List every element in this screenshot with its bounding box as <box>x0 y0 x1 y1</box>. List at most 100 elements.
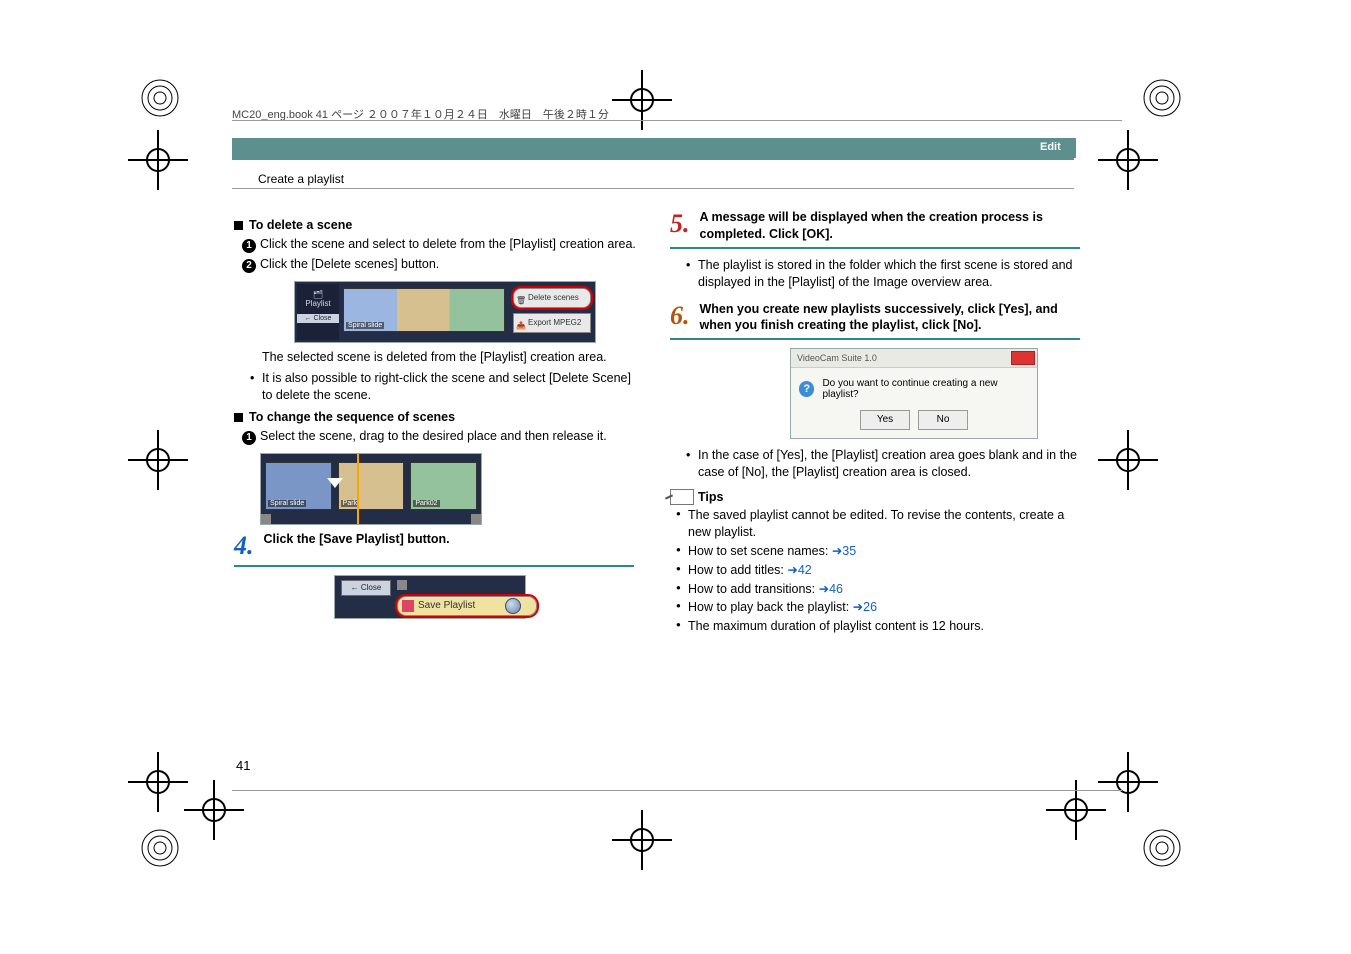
tip-5: How to play back the playlist: ➜26 <box>678 599 1080 616</box>
close-button: ← Close <box>341 580 391 596</box>
tips-label: Tips <box>698 490 723 504</box>
export-mpeg2-label: Export MPEG2 <box>528 318 581 327</box>
step-1-text: Click the scene and select to delete fro… <box>260 237 636 251</box>
crossmark-center-top <box>612 70 672 130</box>
tip-4-text: How to add transitions: <box>688 582 819 596</box>
playlist-panel: 🗂 Playlist ← Close <box>297 284 339 340</box>
drag-cursor-icon <box>327 478 343 488</box>
step-seq-1: 1Select the scene, drag to the desired p… <box>262 428 644 445</box>
heading-delete-scene-text: To delete a scene <box>249 218 352 232</box>
step-5-bullet: The playlist is stored in the folder whi… <box>698 257 1080 291</box>
no-button: No <box>918 410 968 430</box>
step-6-bullet: In the case of [Yes], the [Playlist] cre… <box>698 447 1080 481</box>
save-playlist-label: Save Playlist <box>418 600 475 611</box>
panel-close-btn: ← Close <box>297 314 339 323</box>
tip-4: How to add transitions: ➜46 <box>678 581 1080 598</box>
save-icon <box>402 600 414 612</box>
page-number: 41 <box>236 758 250 773</box>
printmark-tl <box>140 78 180 118</box>
insert-marker <box>357 454 359 524</box>
printmark-tr <box>1142 78 1182 118</box>
step-number-5: 5. <box>670 209 690 239</box>
xref-35[interactable]: ➜35 <box>832 544 856 558</box>
dialog-titlebar: VideoCam Suite 1.0 <box>791 349 1037 368</box>
thumb-2: Park <box>338 462 405 510</box>
crossmark-right-top <box>1098 130 1158 190</box>
scroll-icon <box>397 580 407 590</box>
tip-3: How to add titles: ➜42 <box>678 562 1080 579</box>
question-icon: ? <box>799 381 814 397</box>
crossmark-right-bot2 <box>1046 780 1106 840</box>
step-num-1: 1 <box>242 239 256 253</box>
printmark-br <box>1142 828 1182 868</box>
tip-3-text: How to add titles: <box>688 563 787 577</box>
step-2-text: Click the [Delete scenes] button. <box>260 257 439 271</box>
step-1: 1Click the scene and select to delete fr… <box>262 236 644 253</box>
heading-delete-scene: To delete a scene <box>234 218 644 232</box>
tips-heading: Tips <box>670 489 1080 505</box>
close-icon <box>1011 351 1035 365</box>
export-icon: 📤 <box>516 317 526 327</box>
step-number-6: 6. <box>670 301 690 331</box>
figure-save-playlist: ← Close Save Playlist <box>334 575 526 619</box>
step-number-4: 4. <box>234 531 254 561</box>
thumb-3-label: Park02 <box>413 500 439 507</box>
thumb-label: Spiral slide <box>346 322 384 329</box>
confirm-dialog: VideoCam Suite 1.0 ? Do you want to cont… <box>790 348 1038 439</box>
figure-delete-scenes: 🗂 Playlist ← Close Spiral slide 🗑Delete … <box>294 281 596 343</box>
xref-46[interactable]: ➜46 <box>819 582 843 596</box>
tip-2: How to set scene names: ➜35 <box>678 543 1080 560</box>
section-banner <box>232 138 1074 160</box>
breadcrumb-rule <box>232 188 1074 189</box>
step-2: 2Click the [Delete scenes] button. <box>262 256 644 273</box>
delete-alt-bullet: It is also possible to right-click the s… <box>262 370 644 404</box>
thumb-1: Spiral slide <box>265 462 332 510</box>
scroll-left-icon <box>261 514 271 524</box>
export-mpeg2-button: 📤Export MPEG2 <box>513 313 591 333</box>
divider-step5 <box>670 247 1080 249</box>
divider-step4 <box>234 565 634 567</box>
printmark-bl <box>140 828 180 868</box>
crossmark-left-mid <box>128 430 188 490</box>
crossmark-left-top <box>128 130 188 190</box>
thumb-3: Park02 <box>410 462 477 510</box>
tip-6: The maximum duration of playlist content… <box>678 618 1080 635</box>
delete-result-text: The selected scene is deleted from the [… <box>262 349 644 366</box>
tips-icon <box>670 489 694 505</box>
step-seq-1-text: Select the scene, drag to the desired pl… <box>260 429 607 443</box>
heading-change-sequence: To change the sequence of scenes <box>234 410 644 424</box>
thumb-1-label: Spiral slide <box>268 500 306 507</box>
step-5-text: A message will be displayed when the cre… <box>700 209 1081 243</box>
dialog-title: VideoCam Suite 1.0 <box>797 353 877 363</box>
crossmark-center-bot <box>612 810 672 870</box>
scroll-right-icon <box>471 514 481 524</box>
step-num-seq-1: 1 <box>242 431 256 445</box>
delete-scenes-label: Delete scenes <box>528 293 579 302</box>
figure-drag-sequence: Spiral slide Park Park02 <box>260 453 482 525</box>
trash-icon: 🗑 <box>516 292 526 302</box>
tip-2-text: How to set scene names: <box>688 544 832 558</box>
crossmark-left-bot <box>128 752 188 812</box>
delete-scenes-button: 🗑Delete scenes <box>513 288 591 308</box>
step-4-text: Click the [Save Playlist] button. <box>264 531 645 548</box>
step-6-text: When you create new playlists successive… <box>700 301 1081 335</box>
crossmark-right-mid <box>1098 430 1158 490</box>
action-buttons: 🗑Delete scenes 📤Export MPEG2 <box>513 288 591 338</box>
heading-change-sequence-text: To change the sequence of scenes <box>249 410 455 424</box>
dialog-message: Do you want to continue creating a new p… <box>822 378 1029 400</box>
section-tab-label: Edit <box>1040 141 1061 153</box>
tip-1: The saved playlist cannot be edited. To … <box>678 507 1080 541</box>
xref-42[interactable]: ➜42 <box>787 563 811 577</box>
xref-26[interactable]: ➜26 <box>853 600 877 614</box>
breadcrumb: Create a playlist <box>258 172 344 186</box>
header-rule <box>232 120 1122 121</box>
playlist-panel-label: Playlist <box>297 299 339 308</box>
step-num-2: 2 <box>242 259 256 273</box>
scene-thumbnails: Spiral slide <box>343 288 505 332</box>
divider-step6 <box>670 338 1080 340</box>
footer-rule <box>232 790 1122 791</box>
crossmark-left-bot2 <box>184 780 244 840</box>
crossmark-right-bot <box>1098 752 1158 812</box>
tip-5-text: How to play back the playlist: <box>688 600 853 614</box>
jog-knob-icon <box>505 598 521 614</box>
